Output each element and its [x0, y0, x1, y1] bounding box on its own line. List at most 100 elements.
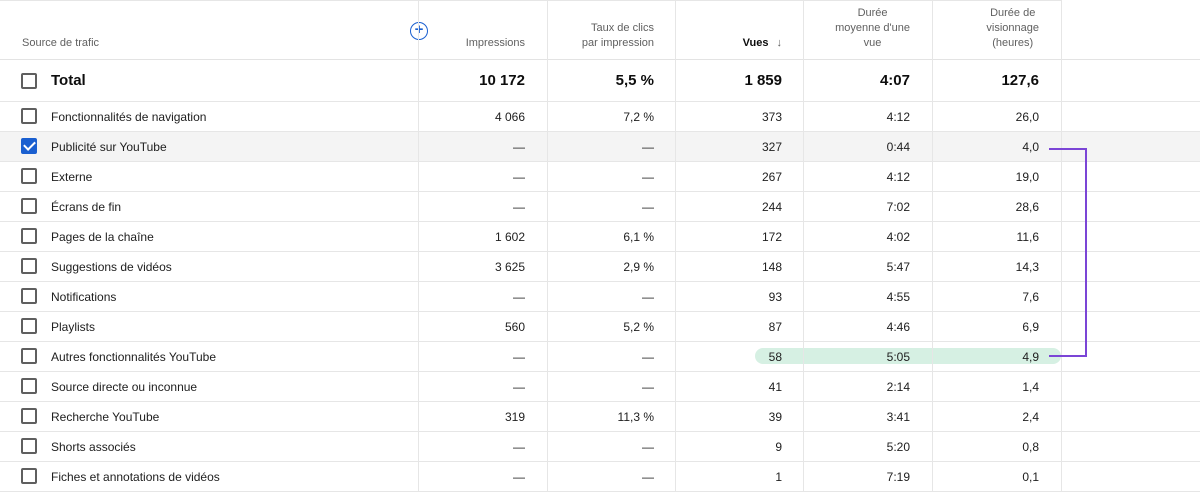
- row-avg-duration: 7:19: [886, 470, 910, 484]
- row-views: 172: [761, 230, 782, 244]
- row-ctr: —: [642, 140, 654, 154]
- row-watch-time: 0,1: [1022, 470, 1039, 484]
- row-checkbox[interactable]: [21, 288, 37, 304]
- table-row[interactable]: Publicité sur YouTube — — 327 0:44 4,0: [0, 132, 1200, 162]
- table-header: Source de trafic + Impressions Taux de c…: [0, 0, 1200, 60]
- total-watch-time: 127,6: [1001, 72, 1039, 89]
- row-watch-time: 6,9: [1022, 320, 1039, 334]
- row-ctr: —: [642, 170, 654, 184]
- row-ctr: 11,3 %: [617, 410, 654, 424]
- row-avg-duration: 3:41: [886, 410, 910, 424]
- top-border: [0, 0, 1062, 1]
- row-avg-duration: 7:02: [886, 200, 910, 214]
- row-views: 58: [768, 350, 782, 364]
- table-row[interactable]: Source directe ou inconnue — — 41 2:14 1,4: [0, 372, 1200, 402]
- row-source: Externe: [51, 170, 93, 184]
- row-views: 327: [761, 140, 782, 154]
- row-avg-duration: 5:47: [886, 260, 910, 274]
- row-watch-time: 4,9: [1022, 350, 1039, 364]
- row-checkbox[interactable]: [21, 198, 37, 214]
- row-checkbox[interactable]: [21, 348, 37, 364]
- table-row[interactable]: Playlists 560 5,2 % 87 4:46 6,9: [0, 312, 1200, 342]
- row-avg-duration: 5:05: [886, 350, 910, 364]
- row-impressions: —: [513, 440, 525, 454]
- header-watch-time[interactable]: Durée de visionnage (heures): [933, 0, 1039, 59]
- row-watch-time: 2,4: [1022, 410, 1039, 424]
- header-views[interactable]: Vues ↓: [676, 0, 782, 59]
- table-row[interactable]: Notifications — — 93 4:55 7,6: [0, 282, 1200, 312]
- row-checkbox[interactable]: [21, 168, 37, 184]
- row-checkbox[interactable]: [21, 228, 37, 244]
- total-avg-duration: 4:07: [879, 72, 910, 89]
- row-watch-time: 4,0: [1022, 140, 1039, 154]
- header-ctr-line2: par impression: [581, 37, 654, 49]
- total-views: 1 859: [744, 72, 782, 89]
- row-impressions: 3 625: [494, 260, 525, 274]
- table-row[interactable]: Shorts associés — — 9 5:20 0,8: [0, 432, 1200, 462]
- header-views-label: Vues: [742, 37, 769, 49]
- row-source: Écrans de fin: [51, 200, 122, 214]
- table-row[interactable]: Recherche YouTube 319 11,3 % 39 3:41 2,4: [0, 402, 1200, 432]
- row-source: Source directe ou inconnue: [51, 380, 198, 394]
- row-checkbox[interactable]: [21, 438, 37, 454]
- row-checkbox[interactable]: [21, 318, 37, 334]
- row-checkbox[interactable]: [21, 108, 37, 124]
- row-avg-duration: 5:20: [886, 440, 910, 454]
- row-watch-time: 19,0: [1015, 170, 1039, 184]
- header-avg-line1: Durée: [857, 7, 888, 19]
- column-divider: [803, 0, 804, 492]
- row-views: 244: [761, 200, 782, 214]
- column-divider: [932, 0, 933, 492]
- row-source: Notifications: [51, 290, 117, 304]
- row-views: 1: [775, 470, 782, 484]
- row-watch-time: 1,4: [1022, 380, 1039, 394]
- row-watch-time: 11,6: [1016, 230, 1039, 244]
- row-source: Fiches et annotations de vidéos: [51, 470, 220, 484]
- row-watch-time: 14,3: [1015, 260, 1039, 274]
- header-avg-duration[interactable]: Durée moyenne d'une vue: [804, 0, 910, 59]
- row-source: Autres fonctionnalités YouTube: [51, 350, 217, 364]
- row-impressions: —: [513, 200, 525, 214]
- row-ctr: 2,9 %: [623, 260, 654, 274]
- row-impressions: —: [513, 470, 525, 484]
- row-views: 39: [768, 410, 782, 424]
- row-ctr: —: [642, 200, 654, 214]
- row-checkbox[interactable]: [21, 258, 37, 274]
- row-checkbox[interactable]: [21, 378, 37, 394]
- row-ctr: —: [642, 440, 654, 454]
- row-watch-time: 26,0: [1015, 110, 1039, 124]
- table-row[interactable]: Fiches et annotations de vidéos — — 1 7:19 0,…: [0, 462, 1200, 492]
- header-avg-line3: vue: [863, 37, 882, 49]
- total-ctr: 5,5 %: [615, 72, 654, 89]
- header-ctr-line1: Taux de clics: [591, 22, 654, 34]
- row-checkbox[interactable]: [21, 468, 37, 484]
- arrow-down-icon: ↓: [776, 37, 783, 49]
- row-avg-duration: 4:12: [886, 170, 910, 184]
- table-row[interactable]: Écrans de fin — — 244 7:02 28,6: [0, 192, 1200, 222]
- table-row[interactable]: Fonctionnalités de navigation 4 066 7,2 % 3…: [0, 102, 1200, 132]
- row-impressions: —: [513, 170, 525, 184]
- total-row: Total 10 172 5,5 % 1 859 4:07 127,6: [0, 60, 1200, 102]
- row-avg-duration: 4:12: [886, 110, 910, 124]
- row-avg-duration: 4:46: [886, 320, 910, 334]
- row-avg-duration: 2:14: [886, 380, 910, 394]
- row-impressions: —: [513, 290, 525, 304]
- row-source: Suggestions de vidéos: [51, 260, 172, 274]
- table-row[interactable]: Suggestions de vidéos 3 625 2,9 % 148 5:47 14…: [0, 252, 1200, 282]
- total-checkbox[interactable]: [21, 73, 37, 89]
- total-label: Total: [51, 72, 86, 89]
- header-source[interactable]: Source de trafic: [22, 0, 402, 59]
- header-impressions[interactable]: Impressions: [420, 0, 525, 59]
- row-checkbox[interactable]: [21, 138, 37, 154]
- row-impressions: —: [513, 350, 525, 364]
- table-row[interactable]: Pages de la chaîne 1 602 6,1 % 172 4:02 11,6: [0, 222, 1200, 252]
- row-checkbox[interactable]: [21, 408, 37, 424]
- table-row[interactable]: Autres fonctionnalités YouTube — — 58 5:05 4,…: [0, 342, 1200, 372]
- row-views: 87: [768, 320, 782, 334]
- table-row[interactable]: Externe — — 267 4:12 19,0: [0, 162, 1200, 192]
- row-avg-duration: 4:02: [886, 230, 910, 244]
- row-ctr: —: [642, 380, 654, 394]
- header-ctr[interactable]: Taux de clics par impression: [548, 0, 654, 59]
- row-impressions: —: [513, 380, 525, 394]
- row-impressions: 4 066: [494, 110, 525, 124]
